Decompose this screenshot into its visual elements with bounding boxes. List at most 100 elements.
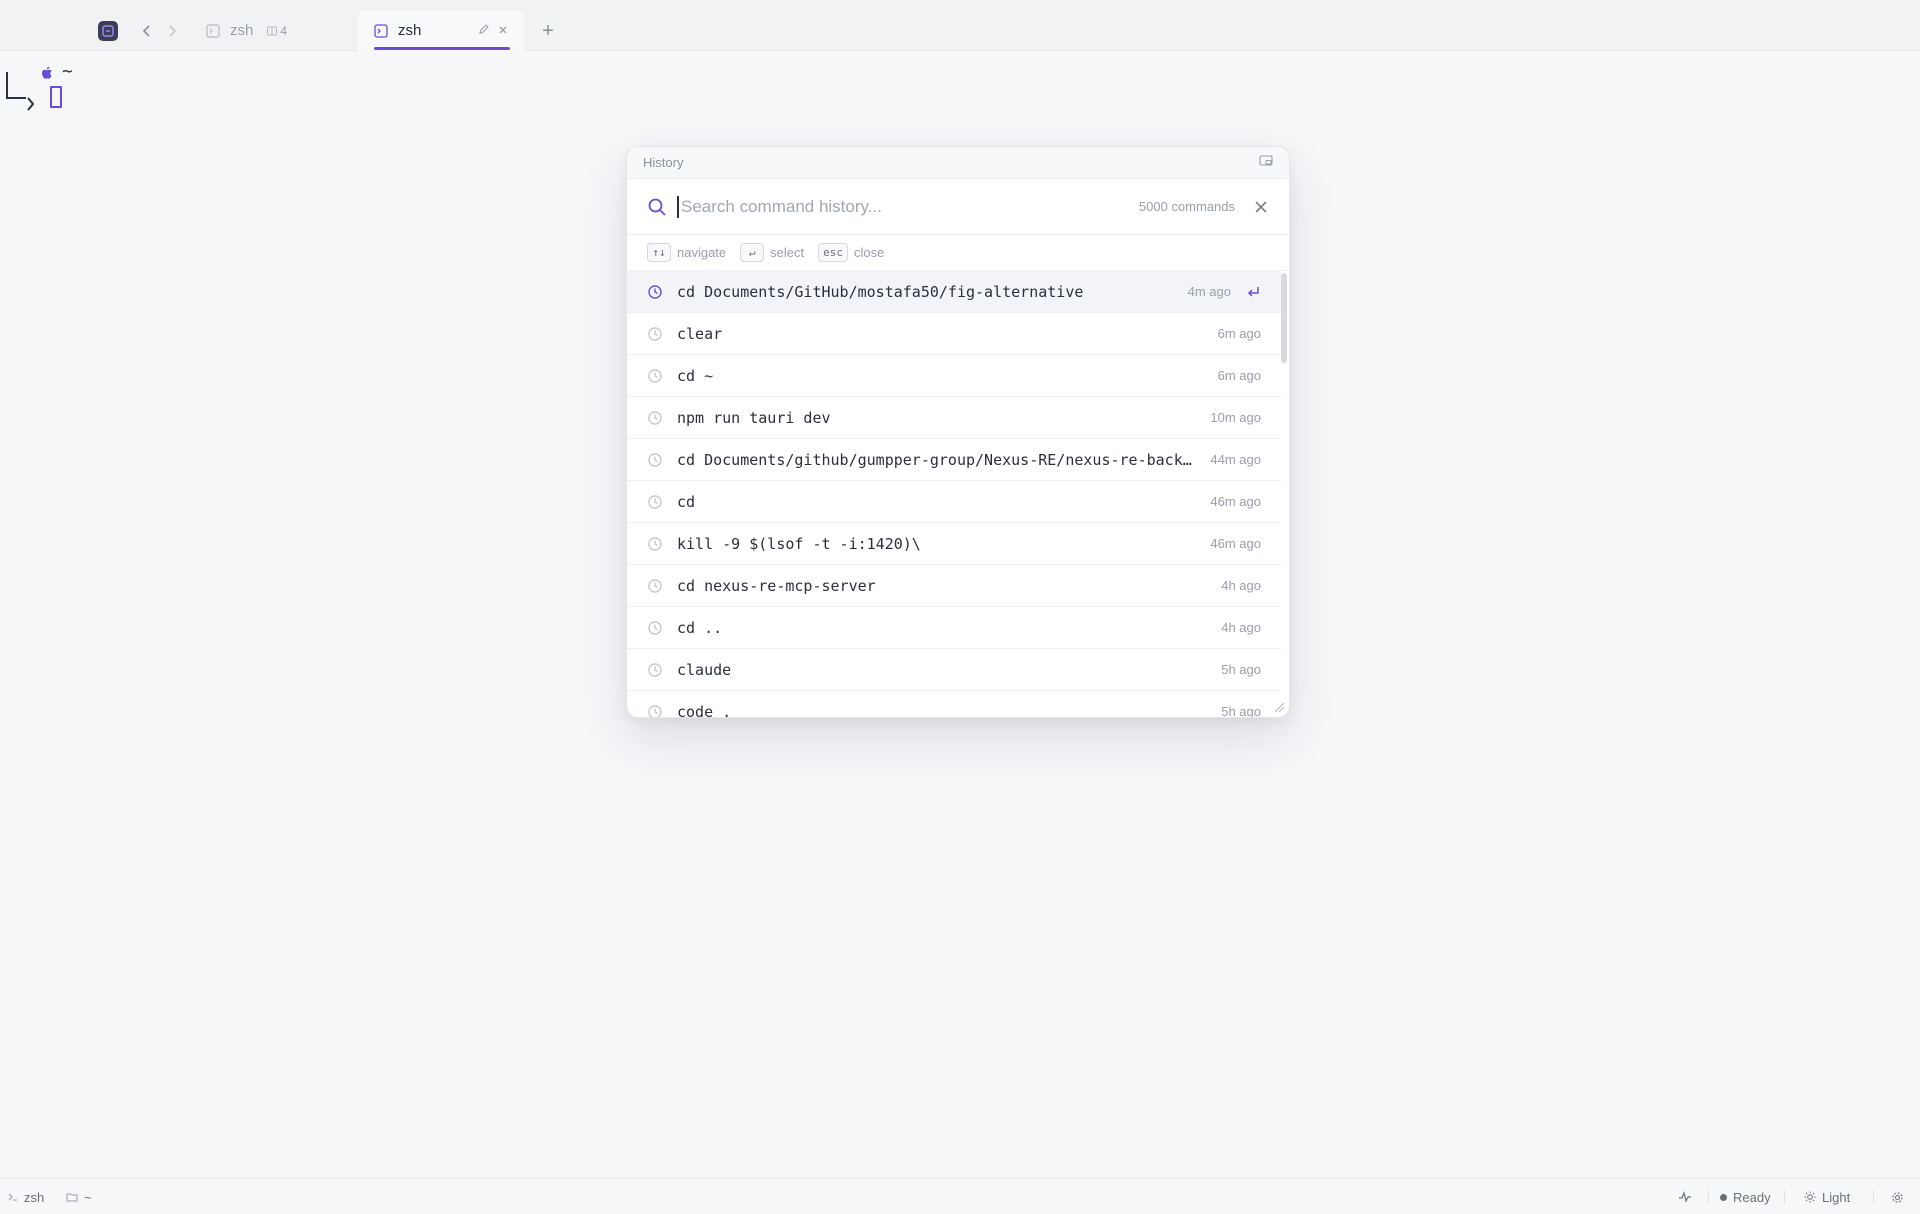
- history-command: cd nexus-re-mcp-server: [677, 576, 876, 595]
- detach-window-icon[interactable]: [1259, 154, 1273, 172]
- history-row[interactable]: cd Documents/GitHub/mostafa50/fig-altern…: [627, 271, 1281, 313]
- history-time: 10m ago: [1210, 410, 1261, 425]
- new-tab-button[interactable]: +: [538, 19, 558, 43]
- history-row[interactable]: npm run tauri dev 10m ago: [627, 397, 1281, 439]
- cwd-path: ~: [84, 1189, 92, 1205]
- clock-icon: [648, 368, 662, 383]
- pane-count-badge: 4: [267, 24, 287, 38]
- terminal-cursor: [50, 86, 62, 108]
- clock-icon: [648, 494, 662, 509]
- terminal-prompt-icon: [8, 1193, 17, 1201]
- history-time: 4h ago: [1221, 620, 1261, 635]
- kbd-enter: ↵: [740, 243, 765, 262]
- apple-icon: [42, 66, 52, 79]
- history-command: claude: [677, 660, 732, 679]
- divider: [1708, 1190, 1709, 1204]
- history-time: 5h ago: [1221, 662, 1261, 677]
- history-time: 4h ago: [1221, 578, 1261, 593]
- settings-gear-icon[interactable]: [1891, 1179, 1904, 1214]
- history-time: 46m ago: [1210, 536, 1261, 551]
- history-command: npm run tauri dev: [677, 408, 831, 427]
- clock-icon: [648, 536, 662, 551]
- history-command: cd: [677, 492, 696, 511]
- history-row[interactable]: cd Documents/github/gumpper-group/Nexus-…: [627, 439, 1281, 481]
- close-icon[interactable]: [1253, 199, 1269, 215]
- history-command: code .: [677, 702, 732, 718]
- clock-icon: [648, 284, 662, 299]
- sun-icon: [1804, 1191, 1816, 1203]
- theme-label: Light: [1822, 1189, 1851, 1205]
- status-indicator: Ready: [1720, 1179, 1771, 1214]
- scrollbar-thumb[interactable]: [1281, 273, 1287, 363]
- history-row[interactable]: clear 6m ago: [627, 313, 1281, 355]
- history-time: 4m ago: [1187, 284, 1231, 299]
- split-pane-icon: [267, 26, 278, 35]
- app-logo-icon[interactable]: [98, 21, 118, 41]
- status-text: Ready: [1733, 1189, 1771, 1205]
- history-command: kill -9 $(lsof -t -i:1420)\: [677, 534, 921, 553]
- shell-name: zsh: [24, 1189, 45, 1205]
- status-dot: [1720, 1193, 1727, 1201]
- back-chevron-icon[interactable]: [138, 20, 156, 42]
- history-command: cd Documents/github/gumpper-group/Nexus-…: [677, 450, 1201, 469]
- close-tab-icon[interactable]: [498, 24, 508, 38]
- history-command: cd ..: [677, 618, 723, 637]
- history-modal: History 5000 commands ↑↓ navigate ↵ sele…: [626, 146, 1290, 718]
- active-tab-indicator: [374, 47, 510, 50]
- tab-label: zsh: [398, 22, 422, 39]
- history-row[interactable]: cd nexus-re-mcp-server 4h ago: [627, 565, 1281, 607]
- tab-bar: zsh 4 zsh +: [0, 0, 1920, 51]
- tab-label: zsh: [230, 22, 254, 39]
- clock-icon: [648, 326, 662, 341]
- history-title: History: [643, 155, 684, 170]
- cwd-indicator[interactable]: ~: [66, 1179, 92, 1214]
- divider: [1873, 1190, 1874, 1204]
- history-row[interactable]: claude 5h ago: [627, 649, 1281, 691]
- shell-indicator[interactable]: zsh: [8, 1179, 44, 1214]
- history-row[interactable]: cd .. 4h ago: [627, 607, 1281, 649]
- history-row[interactable]: cd 46m ago: [627, 481, 1281, 523]
- prompt-corner-icon: [6, 72, 34, 111]
- tab-zsh-inactive[interactable]: zsh 4: [196, 10, 356, 51]
- current-path: ~: [62, 61, 73, 82]
- resize-grip-icon[interactable]: [1271, 699, 1285, 713]
- history-time: 5h ago: [1221, 704, 1261, 717]
- search-icon: [648, 198, 666, 215]
- history-time: 6m ago: [1217, 326, 1261, 341]
- command-count: 5000 commands: [1138, 199, 1235, 214]
- rename-pencil-icon[interactable]: [478, 23, 490, 38]
- clock-icon: [648, 662, 662, 677]
- hint-select: ↵ select: [740, 243, 804, 262]
- clock-icon: [648, 452, 662, 467]
- history-command: cd ~: [677, 366, 714, 385]
- history-command: clear: [677, 324, 723, 343]
- history-list[interactable]: cd Documents/GitHub/mostafa50/fig-altern…: [627, 271, 1289, 717]
- hint-close: esc close: [818, 243, 884, 262]
- history-row[interactable]: cd ~ 6m ago: [627, 355, 1281, 397]
- keyboard-hints: ↑↓ navigate ↵ select esc close: [627, 235, 1289, 271]
- tab-zsh-active[interactable]: zsh: [358, 10, 524, 51]
- history-time: 6m ago: [1217, 368, 1261, 383]
- history-time: 46m ago: [1210, 494, 1261, 509]
- history-header: History: [627, 147, 1289, 179]
- history-search-input[interactable]: [677, 195, 1139, 218]
- history-search-bar: 5000 commands: [627, 179, 1289, 235]
- kbd-esc: esc: [818, 243, 848, 262]
- folder-icon: [66, 1193, 78, 1202]
- clock-icon: [648, 620, 662, 635]
- kbd-arrows: ↑↓: [647, 243, 671, 262]
- clock-icon: [648, 410, 662, 425]
- theme-toggle[interactable]: Light: [1804, 1179, 1850, 1214]
- enter-return-icon[interactable]: [1245, 284, 1261, 300]
- history-time: 44m ago: [1210, 452, 1261, 467]
- clock-icon: [648, 578, 662, 593]
- history-row[interactable]: code . 5h ago: [627, 691, 1281, 717]
- hint-navigate: ↑↓ navigate: [647, 243, 726, 262]
- forward-chevron-icon[interactable]: [163, 20, 181, 42]
- terminal-icon: [206, 23, 220, 38]
- activity-icon[interactable]: [1678, 1179, 1692, 1214]
- terminal-icon: [374, 23, 388, 38]
- status-bar: zsh ~ Ready Light: [0, 1178, 1920, 1214]
- divider: [1784, 1190, 1785, 1204]
- history-row[interactable]: kill -9 $(lsof -t -i:1420)\ 46m ago: [627, 523, 1281, 565]
